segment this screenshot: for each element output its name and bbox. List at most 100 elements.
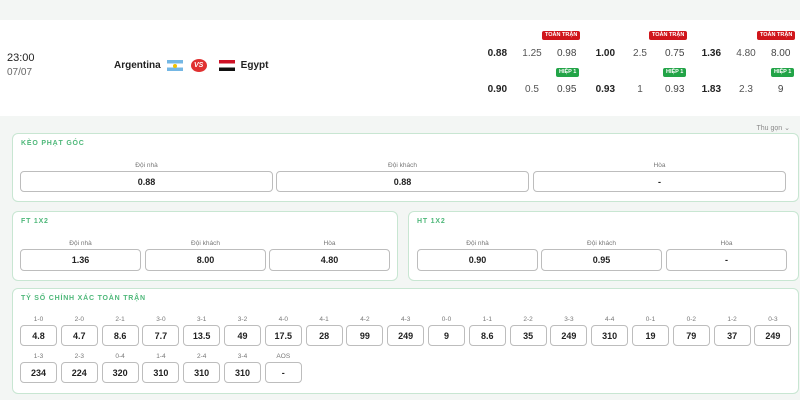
odds-button[interactable]: 0.88 [276, 171, 529, 192]
ht-home-cell[interactable]: Đội nhà 0.90 [417, 239, 538, 271]
odds-value[interactable]: 0.90 [480, 84, 515, 95]
odds-button[interactable]: 310 [224, 362, 261, 383]
handicap-full-odds[interactable]: 0.88 1.25 0.98 [480, 43, 584, 63]
odds-button[interactable]: 249 [550, 325, 588, 346]
score-cell[interactable]: 4-0 17.5 [264, 315, 302, 346]
odds-button[interactable]: 13.5 [183, 325, 221, 346]
odds-button[interactable]: 35 [509, 325, 547, 346]
odds-button[interactable]: 4.80 [269, 249, 390, 271]
score-cell[interactable]: 1-2 37 [713, 315, 751, 346]
score-label: 4-1 [319, 316, 329, 323]
odds-button[interactable]: 49 [224, 325, 261, 346]
score-cell[interactable]: 3-3 249 [550, 315, 588, 346]
odds-button[interactable]: 310 [183, 362, 221, 383]
score-cell[interactable]: 1-3 234 [20, 352, 57, 383]
odds-value[interactable]: 4.80 [729, 48, 764, 59]
odds-button[interactable]: 8.00 [145, 249, 266, 271]
odds-value[interactable]: 0.95 [549, 84, 584, 95]
ft-away-cell[interactable]: Đội khách 8.00 [145, 239, 266, 271]
odds-button[interactable]: 249 [387, 325, 425, 346]
score-cell[interactable]: 4-4 310 [591, 315, 629, 346]
score-cell[interactable]: 0-4 320 [101, 352, 139, 383]
odds-button[interactable]: 0.88 [20, 171, 273, 192]
ft-home-cell[interactable]: Đội nhà 1.36 [20, 239, 141, 271]
1x2-half-odds[interactable]: 1.83 2.3 9 [694, 79, 798, 99]
score-cell[interactable]: 4-1 28 [305, 315, 343, 346]
score-cell[interactable]: 2-2 35 [509, 315, 547, 346]
odds-button[interactable]: 224 [60, 362, 98, 383]
odds-button[interactable]: - [264, 362, 302, 383]
odds-button[interactable]: 37 [713, 325, 751, 346]
score-cell[interactable]: AOS - [264, 352, 302, 383]
over-under-full-odds[interactable]: 1.00 2.5 0.75 [588, 43, 692, 63]
score-cell[interactable]: 2-3 224 [60, 352, 98, 383]
odds-button[interactable]: 28 [305, 325, 343, 346]
odds-button[interactable]: 99 [346, 325, 384, 346]
odds-value[interactable]: 0.88 [480, 48, 515, 59]
odds-button[interactable]: 4.7 [60, 325, 98, 346]
odds-button[interactable]: - [533, 171, 786, 192]
odds-button[interactable]: 1.36 [20, 249, 141, 271]
score-cell[interactable]: 1-0 4.8 [20, 315, 57, 346]
odds-value[interactable]: 8.00 [763, 48, 798, 59]
odds-button[interactable]: 310 [142, 362, 180, 383]
score-cell[interactable]: 2-1 8.6 [101, 315, 139, 346]
cell-label: Đội nhà [69, 240, 92, 247]
odds-button[interactable]: 9 [428, 325, 465, 346]
score-cell[interactable]: 2-4 310 [183, 352, 221, 383]
score-cell[interactable]: 4-3 249 [387, 315, 425, 346]
odds-value[interactable]: 0.93 [588, 84, 623, 95]
score-cell[interactable]: 0-0 9 [428, 315, 465, 346]
odds-button[interactable]: 8.6 [468, 325, 506, 346]
match-card: 23:00 07/07 Argentina VS Egypt TOÀN TRẬN… [0, 20, 800, 132]
ft-draw-cell[interactable]: Hòa 4.80 [269, 239, 390, 271]
odds-button[interactable]: 310 [591, 325, 629, 346]
score-cell[interactable]: 1-1 8.6 [468, 315, 506, 346]
odds-button[interactable]: 17.5 [264, 325, 302, 346]
score-cell[interactable]: 3-1 13.5 [183, 315, 221, 346]
score-cell[interactable]: 0-3 249 [754, 315, 792, 346]
odds-value[interactable]: 9 [763, 84, 798, 95]
corner-away-cell[interactable]: Đội khách 0.88 [276, 161, 529, 192]
score-cell[interactable]: 2-0 4.7 [60, 315, 98, 346]
odds-value[interactable]: 0.75 [657, 48, 692, 59]
over-under-half-odds[interactable]: 0.93 1 0.93 [588, 79, 692, 99]
odds-button[interactable]: 0.95 [541, 249, 662, 271]
score-cell[interactable]: 3-0 7.7 [142, 315, 180, 346]
odds-value[interactable]: 1.00 [588, 48, 623, 59]
match-teams[interactable]: Argentina VS Egypt [114, 59, 268, 72]
panel-title: TỶ SỐ CHÍNH XÁC TOÀN TRẬN [21, 295, 146, 302]
odds-button[interactable]: 4.8 [20, 325, 57, 346]
score-cell[interactable]: 3-4 310 [224, 352, 261, 383]
odds-value[interactable]: 1.36 [694, 48, 729, 59]
odds-value[interactable]: 1.83 [694, 84, 729, 95]
odds-button[interactable]: 234 [20, 362, 57, 383]
corner-draw-cell[interactable]: Hòa - [533, 161, 786, 192]
odds-button[interactable]: 249 [754, 325, 792, 346]
odds-value[interactable]: 0.98 [549, 48, 584, 59]
odds-button[interactable]: 79 [672, 325, 710, 346]
score-label: 1-1 [482, 316, 492, 323]
odds-value[interactable]: 2.3 [729, 84, 764, 95]
1x2-full-odds[interactable]: 1.36 4.80 8.00 [694, 43, 798, 63]
score-label: 0-2 [686, 316, 696, 323]
score-cell[interactable]: 1-4 310 [142, 352, 180, 383]
collapse-label: Thu gọn [756, 125, 783, 132]
corner-home-cell[interactable]: Đội nhà 0.88 [20, 161, 273, 192]
odds-button[interactable]: 7.7 [142, 325, 180, 346]
odds-button[interactable]: 320 [101, 362, 139, 383]
score-cell[interactable]: 4-2 99 [346, 315, 384, 346]
ht-draw-cell[interactable]: Hòa - [666, 239, 787, 271]
ht-away-cell[interactable]: Đội khách 0.95 [541, 239, 662, 271]
odds-button[interactable]: 0.90 [417, 249, 538, 271]
handicap-half-odds[interactable]: 0.90 0.5 0.95 [480, 79, 584, 99]
score-cell[interactable]: 0-2 79 [672, 315, 710, 346]
collapse-link[interactable]: Thu gọn ⌄ [756, 124, 790, 132]
odds-button[interactable]: 19 [632, 325, 669, 346]
odds-button[interactable]: - [666, 249, 787, 271]
score-cell[interactable]: 3-2 49 [224, 315, 261, 346]
odds-value[interactable]: 0.93 [657, 84, 692, 95]
score-cell[interactable]: 0-1 19 [632, 315, 669, 346]
odds-button[interactable]: 8.6 [101, 325, 139, 346]
score-label: 0-3 [768, 316, 778, 323]
